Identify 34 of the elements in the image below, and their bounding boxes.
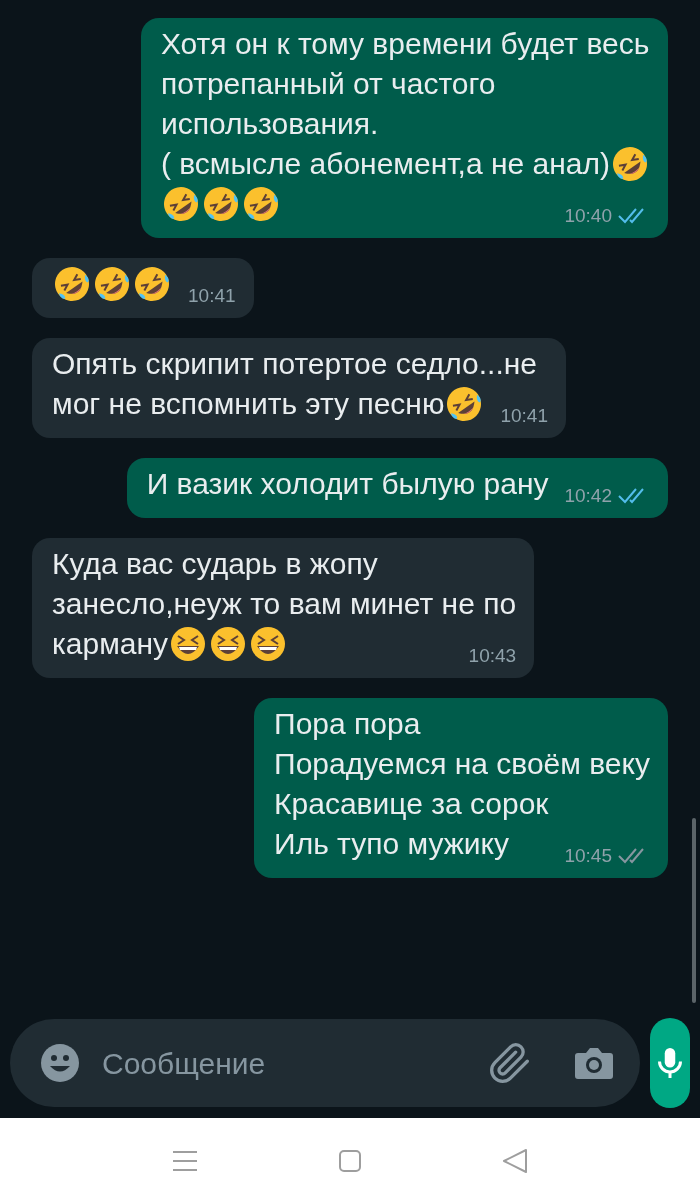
microphone-button[interactable] — [650, 1018, 690, 1108]
smiley-icon[interactable] — [40, 1043, 80, 1083]
message-time: 10:40 — [564, 204, 612, 228]
message-time: 10:41 — [500, 404, 548, 428]
camera-icon[interactable] — [574, 1045, 614, 1081]
message-time: 10:41 — [188, 284, 236, 308]
rolling-laughing-emoji-icon — [92, 264, 132, 304]
message-text: Красавице за сорок — [274, 786, 549, 822]
message-text: Порадуемся на своём веку — [274, 746, 650, 782]
message-text: Иль тупо мужику — [274, 826, 510, 862]
message-text: Хотя он к тому времени будет весь — [160, 26, 650, 62]
message-input-bar[interactable]: Сообщение — [10, 1019, 640, 1107]
message-text: Куда вас сударь в жопу — [52, 546, 378, 582]
message-text: Пора пора — [274, 706, 421, 742]
message-input[interactable]: Сообщение — [102, 1040, 488, 1086]
message-text: И вазик холодит былую рану — [146, 466, 549, 502]
message-text: ( всмысле абонемент,а не анал) — [160, 146, 610, 182]
paperclip-icon[interactable] — [488, 1041, 532, 1085]
rolling-laughing-emoji-icon — [132, 264, 172, 304]
message-text: карману — [52, 626, 169, 662]
message-text: потрепанный от частого — [160, 66, 496, 102]
rolling-laughing-emoji-icon — [610, 144, 650, 184]
message-time: 10:45 — [564, 844, 612, 868]
rolling-laughing-emoji-icon — [52, 264, 92, 304]
scrollbar[interactable] — [692, 818, 696, 1003]
message-time: 10:42 — [564, 484, 612, 508]
message-time: 10:43 — [468, 644, 517, 668]
message-text: мог не вспомнить эту песню — [52, 386, 445, 422]
message-text: занесло,неуж то вам минет не по — [52, 586, 517, 622]
message-text: Опять скрипит потертое седло...не — [52, 346, 537, 382]
menu-icon[interactable] — [172, 1149, 198, 1172]
message-text: использования. — [160, 106, 379, 142]
back-triangle-icon[interactable] — [502, 1147, 528, 1174]
home-square-icon[interactable] — [338, 1148, 362, 1173]
